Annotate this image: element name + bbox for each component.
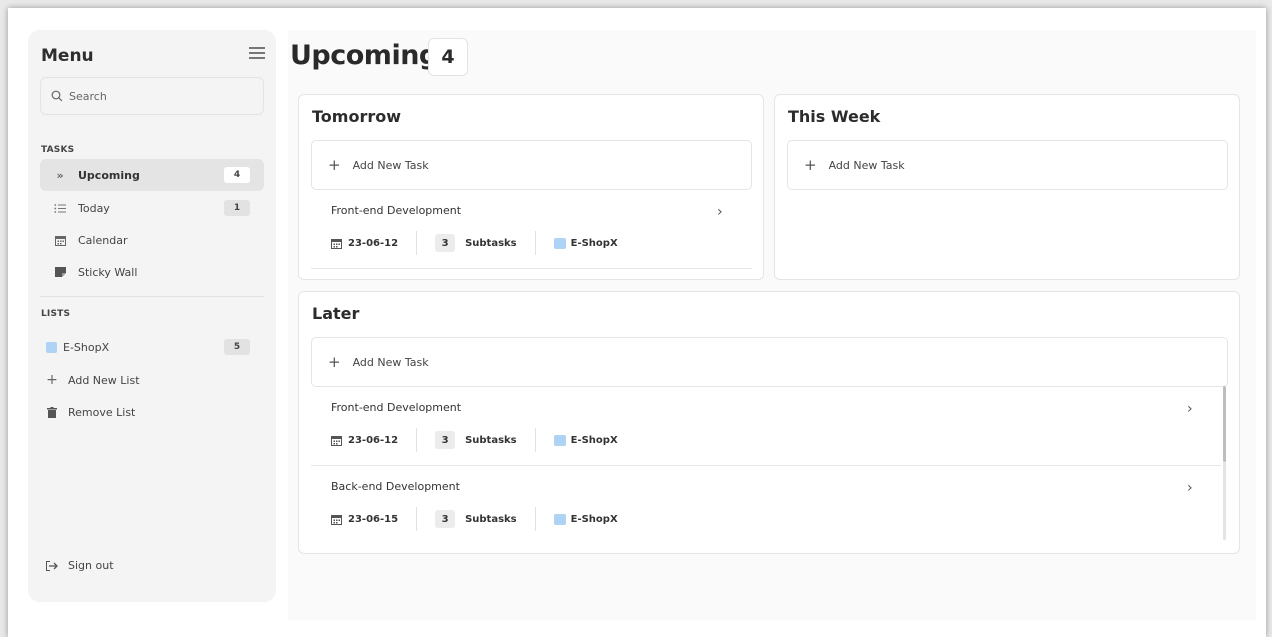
tomorrow-add-task-button[interactable]: + Add New Task bbox=[311, 140, 752, 190]
add-new-list-label: Add New List bbox=[68, 373, 140, 387]
task-date: 23-06-12 bbox=[348, 434, 399, 446]
sign-out-icon bbox=[46, 560, 58, 571]
tasks-section-label: TASKS bbox=[41, 145, 75, 155]
add-task-label: Add New Task bbox=[352, 355, 429, 369]
sidebar-item-label: Today bbox=[78, 201, 110, 215]
search-input[interactable] bbox=[69, 89, 249, 103]
this-week-add-task-button[interactable]: + Add New Task bbox=[787, 140, 1228, 190]
page-count-badge: 4 bbox=[428, 38, 468, 76]
task-meta: 23-06-12 3 Subtasks E-ShopX bbox=[331, 428, 618, 452]
lists-section-label: LISTS bbox=[41, 309, 71, 319]
task-list-tag: E-ShopX bbox=[570, 434, 618, 446]
meta-divider bbox=[534, 231, 536, 255]
subtasks-label: Subtasks bbox=[465, 513, 517, 525]
sticky-note-icon bbox=[52, 267, 68, 277]
meta-divider bbox=[416, 507, 418, 531]
add-new-list-button[interactable]: + Add New List bbox=[40, 364, 264, 396]
calendar-icon bbox=[331, 435, 342, 446]
sidebar-list-eshopx[interactable]: E-ShopX 5 bbox=[40, 331, 264, 363]
task-item[interactable]: Front-end Development › 23-06-12 3 Subta… bbox=[311, 191, 752, 269]
tomorrow-title: Tomorrow bbox=[312, 107, 401, 126]
subtask-count: 3 bbox=[435, 234, 456, 252]
subtask-count: 3 bbox=[435, 510, 456, 528]
chevron-right-icon[interactable]: › bbox=[1187, 401, 1193, 417]
sidebar-item-label: E-ShopX bbox=[63, 340, 110, 354]
sign-out-label: Sign out bbox=[68, 559, 114, 572]
task-list-tag: E-ShopX bbox=[570, 237, 618, 249]
subtask-count: 3 bbox=[435, 431, 456, 449]
meta-divider bbox=[416, 231, 418, 255]
add-task-label: Add New Task bbox=[352, 158, 429, 172]
plus-icon: + bbox=[46, 372, 58, 388]
list-color-swatch bbox=[553, 434, 566, 446]
main-content: Upcoming 4 Tomorrow + Add New Task Front… bbox=[288, 30, 1256, 620]
task-list-tag: E-ShopX bbox=[570, 513, 618, 525]
task-meta: 23-06-15 3 Subtasks E-ShopX bbox=[331, 507, 618, 531]
chevron-right-icon[interactable]: › bbox=[1187, 480, 1193, 496]
add-task-label: Add New Task bbox=[828, 158, 905, 172]
meta-divider bbox=[416, 428, 418, 452]
tomorrow-panel: Tomorrow + Add New Task Front-end Develo… bbox=[298, 94, 764, 280]
upcoming-count-badge: 4 bbox=[224, 167, 250, 183]
trash-icon bbox=[46, 406, 58, 418]
search-icon bbox=[51, 90, 63, 102]
sidebar-divider bbox=[40, 296, 264, 297]
subtasks-label: Subtasks bbox=[465, 434, 517, 446]
later-scrollbar-thumb[interactable] bbox=[1223, 386, 1226, 462]
task-name: Back-end Development bbox=[331, 480, 460, 493]
page-title: Upcoming bbox=[290, 40, 438, 71]
today-count-badge: 1 bbox=[224, 200, 250, 216]
task-date: 23-06-15 bbox=[348, 513, 399, 525]
sidebar-item-label: Calendar bbox=[78, 233, 128, 247]
sidebar-item-sticky-wall[interactable]: Sticky Wall bbox=[40, 256, 264, 288]
list-color-swatch bbox=[46, 341, 57, 353]
sidebar-item-label: Upcoming bbox=[78, 168, 140, 182]
sidebar-item-today[interactable]: Today 1 bbox=[40, 192, 264, 224]
list-color-swatch bbox=[553, 513, 566, 525]
later-title: Later bbox=[312, 304, 360, 323]
calendar-icon bbox=[52, 235, 68, 246]
sign-out-button[interactable]: Sign out bbox=[40, 559, 114, 572]
task-name: Front-end Development bbox=[331, 401, 462, 414]
task-item[interactable]: Back-end Development › 23-06-15 3 Subtas… bbox=[311, 467, 1221, 545]
menu-title: Menu bbox=[41, 46, 94, 66]
remove-list-label: Remove List bbox=[68, 405, 136, 419]
meta-divider bbox=[534, 428, 536, 452]
chevron-right-icon[interactable]: › bbox=[717, 204, 723, 220]
task-meta: 23-06-12 3 Subtasks E-ShopX bbox=[331, 231, 618, 255]
meta-divider bbox=[534, 507, 536, 531]
plus-icon: + bbox=[328, 156, 341, 174]
hamburger-menu-icon[interactable] bbox=[249, 47, 265, 61]
search-box[interactable] bbox=[40, 77, 264, 115]
remove-list-button[interactable]: Remove List bbox=[40, 396, 264, 428]
later-scrollbar-track[interactable] bbox=[1223, 462, 1226, 540]
sidebar-item-upcoming[interactable]: » Upcoming 4 bbox=[40, 159, 264, 191]
checklist-icon bbox=[52, 203, 68, 214]
plus-icon: + bbox=[328, 353, 341, 371]
this-week-title: This Week bbox=[788, 107, 881, 126]
subtasks-label: Subtasks bbox=[465, 237, 517, 249]
eshopx-count-badge: 5 bbox=[224, 339, 250, 355]
list-color-swatch bbox=[553, 237, 566, 249]
task-name: Front-end Development bbox=[331, 204, 462, 217]
calendar-icon bbox=[331, 238, 342, 249]
sidebar-item-calendar[interactable]: Calendar bbox=[40, 224, 264, 256]
double-chevron-right-icon: » bbox=[56, 168, 64, 182]
this-week-panel: This Week + Add New Task bbox=[774, 94, 1240, 280]
task-item[interactable]: Front-end Development › 23-06-12 3 Subta… bbox=[311, 388, 1221, 466]
calendar-icon bbox=[331, 514, 342, 525]
task-date: 23-06-12 bbox=[348, 237, 399, 249]
plus-icon: + bbox=[804, 156, 817, 174]
later-panel: Later + Add New Task Front-end Developme… bbox=[298, 291, 1240, 554]
sidebar: Menu TASKS » Upcoming 4 Today 1 Calendar… bbox=[28, 30, 276, 602]
later-add-task-button[interactable]: + Add New Task bbox=[311, 337, 1228, 387]
sidebar-item-label: Sticky Wall bbox=[78, 265, 138, 279]
